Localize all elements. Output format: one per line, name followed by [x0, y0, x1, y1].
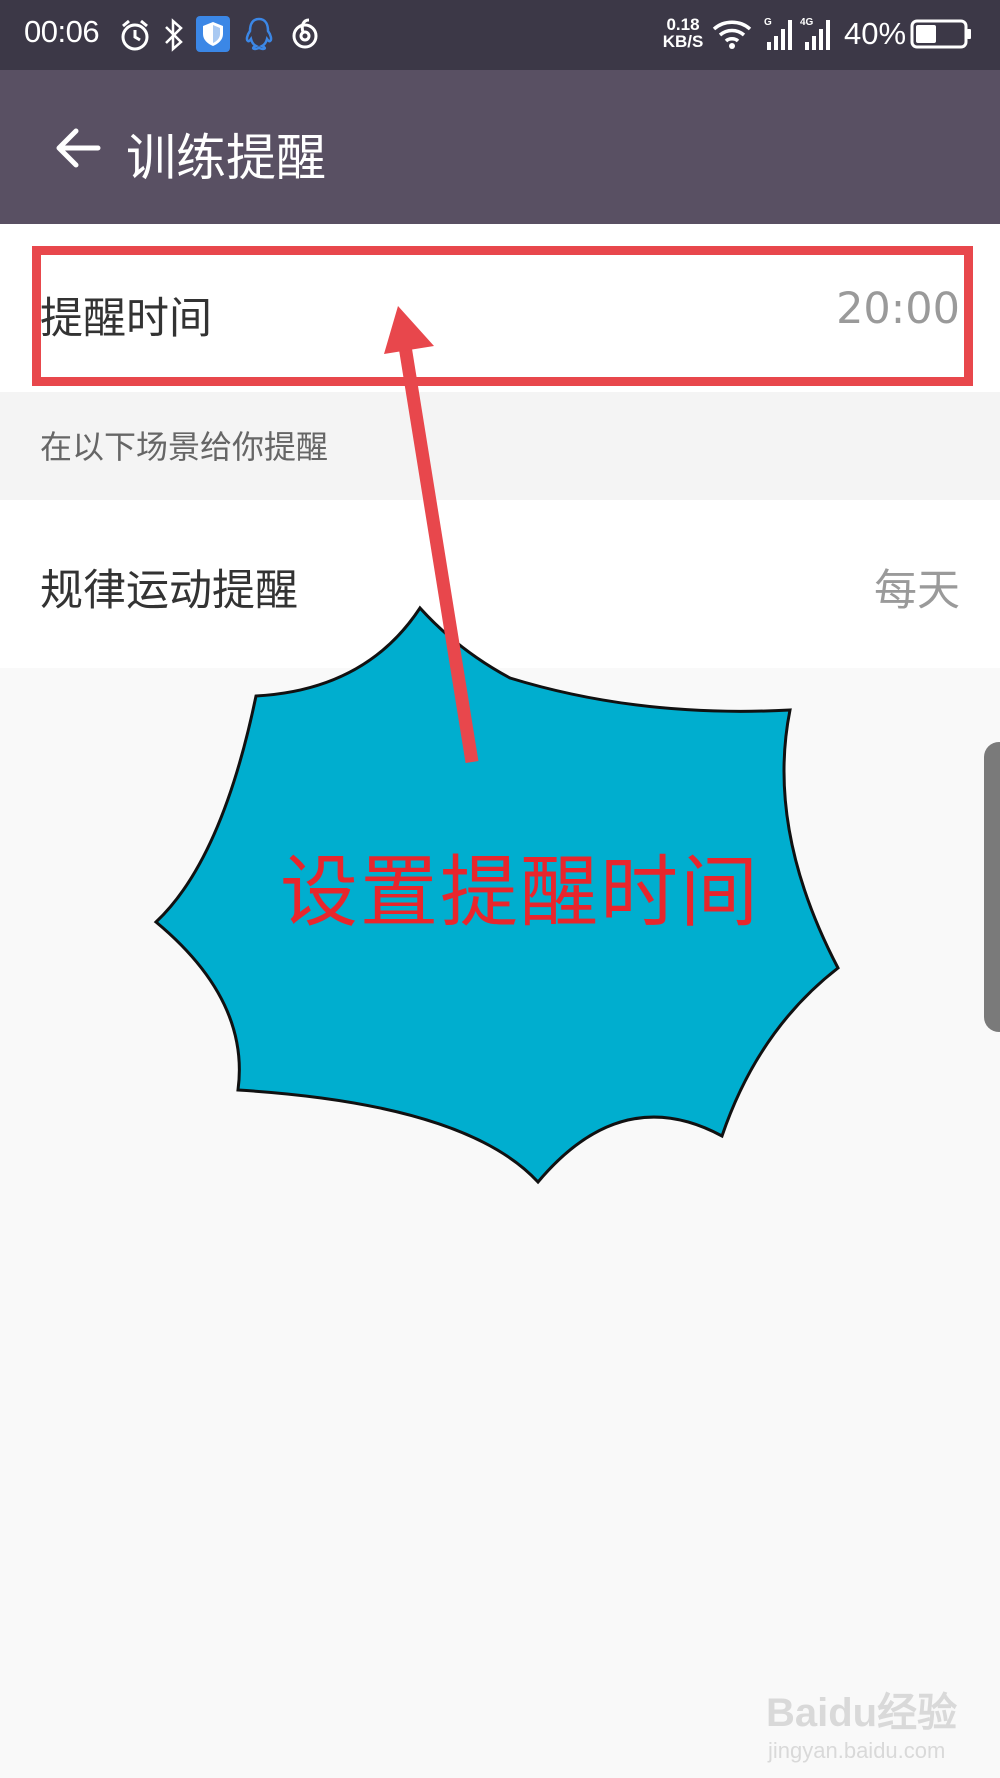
regular-exercise-row[interactable]: 规律运动提醒 每天 — [0, 500, 1000, 668]
reminder-time-row[interactable]: 提醒时间 20:00 — [0, 224, 1000, 392]
watermark-sub: jingyan.baidu.com — [768, 1738, 946, 1763]
svg-text:4G: 4G — [800, 17, 814, 28]
reminder-time-value: 20:00 — [836, 284, 960, 334]
watermark-main: Baidu经验 — [766, 1691, 958, 1735]
app-header: 训练提醒 — [0, 70, 1000, 224]
signal-icon: G — [764, 17, 792, 50]
regular-exercise-label: 规律运动提醒 — [40, 566, 298, 616]
net-speed: 0.18 KB/S — [658, 16, 708, 50]
edge-scroll-handle[interactable] — [984, 742, 1000, 1032]
reminder-time-label: 提醒时间 — [40, 294, 212, 344]
baidu-watermark: Baidu经验 jingyan.baidu.com — [766, 1680, 957, 1764]
battery-percent: 40% — [844, 16, 907, 51]
bluetooth-icon — [165, 18, 183, 52]
section-header: 在以下场景给你提醒 — [0, 392, 1000, 500]
arrow-left-icon[interactable] — [52, 122, 104, 174]
regular-exercise-frequency: 每天 — [874, 566, 960, 616]
status-time: 00:06 — [24, 14, 100, 49]
alarm-icon — [121, 19, 149, 51]
battery-icon — [910, 19, 971, 49]
svg-text:G: G — [764, 17, 772, 28]
netease-music-icon — [292, 18, 318, 49]
page-title: 训练提醒 — [126, 129, 326, 187]
net-speed-unit: KB/S — [662, 32, 704, 51]
status-bar: 00:06 0.18 KB/S G 4G 40% — [0, 0, 1000, 70]
annotation-callout-text: 设置提醒时间 — [280, 848, 761, 938]
shield-icon — [196, 16, 230, 52]
signal-4g-icon: 4G — [800, 17, 830, 50]
wifi-icon — [712, 20, 752, 49]
section-header-text: 在以下场景给你提醒 — [40, 428, 329, 466]
qq-icon — [245, 17, 273, 51]
net-speed-value: 0.18 — [666, 15, 700, 34]
